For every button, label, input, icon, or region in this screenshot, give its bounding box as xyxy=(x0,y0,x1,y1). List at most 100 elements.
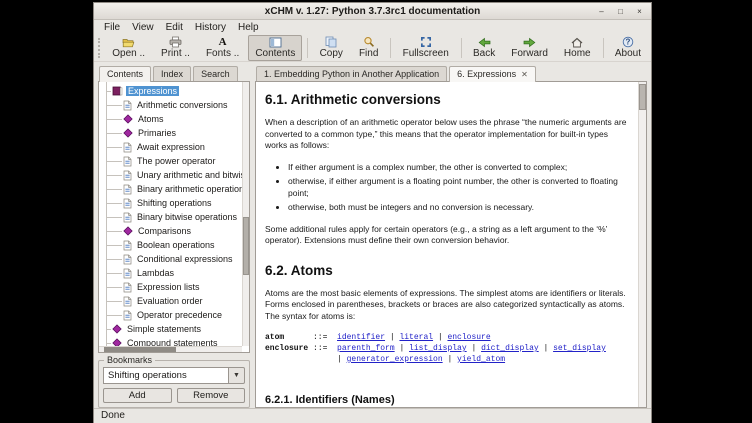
chevron-down-icon[interactable]: ▼ xyxy=(229,367,245,384)
find-icon xyxy=(363,36,375,48)
tree-item-atoms[interactable]: Atoms xyxy=(99,112,242,126)
sidebar-tab-index[interactable]: Index xyxy=(153,66,191,81)
toolbar-button-label: Fullscreen xyxy=(403,48,449,59)
tree-item-shifting-operations[interactable]: Shifting operations xyxy=(99,196,242,210)
menu-item-edit[interactable]: Edit xyxy=(160,22,189,33)
document-tab-1-embedding-python-in-another-application[interactable]: 1. Embedding Python in Another Applicati… xyxy=(256,66,447,81)
grammar-link-dict-display[interactable]: dict_display xyxy=(481,344,539,353)
tree-item-arithmetic-conversions[interactable]: Arithmetic conversions xyxy=(99,98,242,112)
tree-connector xyxy=(106,175,122,176)
tree-item-label: Expressions xyxy=(126,86,179,96)
grammar-link-identifier[interactable]: identifier xyxy=(337,333,385,342)
toolbar-button-print[interactable]: Print .. xyxy=(154,35,197,61)
menu-item-history[interactable]: History xyxy=(189,22,232,33)
tree-item-unary-arithmetic-and-bitwis[interactable]: Unary arithmetic and bitwis xyxy=(99,168,242,182)
book-icon xyxy=(112,86,123,96)
page-icon xyxy=(123,100,132,111)
page-icon xyxy=(123,268,132,279)
tree-item-binary-arithmetic-operation[interactable]: Binary arithmetic operation xyxy=(99,182,242,196)
close-tab-icon[interactable]: ✕ xyxy=(521,70,528,79)
tree-connector xyxy=(106,217,122,218)
tree-item-binary-bitwise-operations[interactable]: Binary bitwise operations xyxy=(99,210,242,224)
diamond-icon xyxy=(112,324,122,334)
tree-vertical-scrollbar[interactable] xyxy=(242,82,249,346)
fullscreen-icon xyxy=(420,36,432,48)
toolbar-button-copy[interactable]: Copy xyxy=(313,35,350,61)
grammar-link-list-display[interactable]: list_display xyxy=(409,344,467,353)
tree-connector xyxy=(106,315,122,316)
tree-vscroll-thumb[interactable] xyxy=(243,217,249,275)
tree-item-label: Binary bitwise operations xyxy=(135,212,239,222)
diamond-icon xyxy=(123,226,133,236)
tree-item-comparisons[interactable]: Comparisons xyxy=(99,224,242,238)
sidebar-tab-contents[interactable]: Contents xyxy=(99,66,151,82)
tree-item-compound-statements[interactable]: Compound statements xyxy=(99,336,242,346)
tree-item-operator-precedence[interactable]: Operator precedence xyxy=(99,308,242,322)
tree-item-label: Operator precedence xyxy=(135,310,224,320)
tree-item-primaries[interactable]: Primaries xyxy=(99,126,242,140)
document-tab-label: 6. Expressions xyxy=(457,69,516,79)
tree-item-simple-statements[interactable]: Simple statements xyxy=(99,322,242,336)
toolbar-button-label: Print .. xyxy=(161,48,190,59)
tree-item-expressions[interactable]: Expressions xyxy=(99,84,242,98)
tree-connector xyxy=(106,147,122,148)
toolbar-button-label: Contents xyxy=(255,48,295,59)
tree-hscroll-thumb[interactable] xyxy=(104,347,176,352)
tree-item-the-power-operator[interactable]: The power operator xyxy=(99,154,242,168)
toolbar-button-label: Forward xyxy=(511,48,548,59)
title-bar[interactable]: xCHM v. 1.27: Python 3.7.3rc1 documentat… xyxy=(94,3,651,20)
tree-item-lambdas[interactable]: Lambdas xyxy=(99,266,242,280)
grammar-link-yield-atom[interactable]: yield_atom xyxy=(457,355,505,364)
page-icon xyxy=(123,240,132,251)
tree-item-await-expression[interactable]: Await expression xyxy=(99,140,242,154)
printer-icon xyxy=(169,36,182,48)
page-icon xyxy=(123,198,132,209)
svg-text:?: ? xyxy=(625,38,630,47)
menu-item-view[interactable]: View xyxy=(126,22,160,33)
toolbar-button-fullscreen[interactable]: Fullscreen xyxy=(396,35,456,61)
tree-item-label: Unary arithmetic and bitwis xyxy=(135,170,242,180)
menu-item-help[interactable]: Help xyxy=(232,22,265,33)
document-tab-6-expressions[interactable]: 6. Expressions ✕ xyxy=(449,66,536,82)
tree-connector xyxy=(106,189,122,190)
page-icon xyxy=(123,170,132,181)
maximize-icon[interactable]: □ xyxy=(615,6,626,17)
close-icon[interactable]: × xyxy=(634,6,645,17)
tree-item-expression-lists[interactable]: Expression lists xyxy=(99,280,242,294)
toolbar-button-about[interactable]: ?About xyxy=(608,35,648,61)
tree-item-boolean-operations[interactable]: Boolean operations xyxy=(99,238,242,252)
grammar-link-set-display[interactable]: set_display xyxy=(553,344,606,353)
menu-item-file[interactable]: File xyxy=(98,22,126,33)
grammar-link-generator-expression[interactable]: generator_expression xyxy=(347,355,443,364)
grammar-link-enclosure[interactable]: enclosure xyxy=(447,333,490,342)
sidebar-tab-search[interactable]: Search xyxy=(193,66,238,81)
contents-tree: Expressions Arithmetic conversionsAtoms Pr… xyxy=(99,82,242,346)
tree-item-evaluation-order[interactable]: Evaluation order xyxy=(99,294,242,308)
toolbar-button-open[interactable]: Open .. xyxy=(105,35,152,61)
tree-item-conditional-expressions[interactable]: Conditional expressions xyxy=(99,252,242,266)
bookmark-selected-value[interactable]: Shifting operations xyxy=(103,367,229,384)
grammar-text: ::= xyxy=(284,333,337,342)
grammar-text: | xyxy=(433,333,447,342)
document-scrollbar[interactable] xyxy=(638,82,646,407)
grammar-link-literal[interactable]: literal xyxy=(399,333,433,342)
fonts-icon: A xyxy=(219,36,227,48)
toolbar-button-forward[interactable]: Forward xyxy=(504,35,555,61)
add-bookmark-button[interactable]: Add xyxy=(103,388,172,403)
toolbar-button-home[interactable]: Home xyxy=(557,35,598,61)
toolbar-button-fonts[interactable]: AFonts .. xyxy=(199,35,246,61)
minimize-icon[interactable]: – xyxy=(596,6,607,17)
remove-bookmark-button[interactable]: Remove xyxy=(177,388,246,403)
paragraph: Atoms are the most basic elements of exp… xyxy=(265,288,630,323)
tree-item-label: Primaries xyxy=(136,128,178,138)
toolbar-button-find[interactable]: Find xyxy=(352,35,385,61)
tree-horizontal-scrollbar[interactable] xyxy=(99,346,242,352)
toolbar-button-contents[interactable]: Contents xyxy=(248,35,302,61)
menu-bar: FileViewEditHistoryHelp xyxy=(94,20,651,34)
page-icon xyxy=(123,142,132,153)
toolbar-button-back[interactable]: Back xyxy=(466,35,502,61)
document-scroll-thumb[interactable] xyxy=(639,84,646,110)
grammar-link-parenth-form[interactable]: parenth_form xyxy=(337,344,395,353)
toolbar-gripper[interactable] xyxy=(98,38,100,58)
bookmark-combobox[interactable]: Shifting operations ▼ xyxy=(103,367,245,384)
